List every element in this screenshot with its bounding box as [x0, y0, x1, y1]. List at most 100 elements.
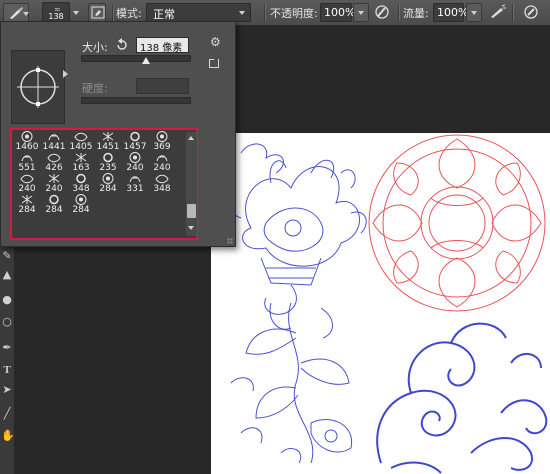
brush-preset-size: 1457: [123, 142, 147, 152]
divider: [264, 4, 265, 21]
hardness-slider-track[interactable]: [81, 97, 191, 104]
airbrush-button[interactable]: [486, 3, 508, 22]
brush-preset-size: 1451: [96, 142, 120, 152]
brush-preset-size: 284: [45, 205, 63, 215]
brush-preset-item[interactable]: 284: [68, 194, 94, 215]
new-preset-icon[interactable]: [209, 57, 219, 68]
pressure-opacity-button[interactable]: [371, 3, 393, 22]
scroll-up-icon[interactable]: [188, 136, 194, 140]
brush-preset-item[interactable]: 331: [122, 173, 148, 194]
size-slider-thumb[interactable]: [142, 57, 150, 64]
brush-preset-item[interactable]: 284: [95, 173, 121, 194]
brush-preset-size: 284: [72, 205, 90, 215]
brush-preset-size: 235: [99, 163, 117, 173]
resize-grip[interactable]: [227, 238, 233, 244]
chevron-down-icon: [471, 11, 477, 15]
blur-tool-icon[interactable]: ●: [1, 294, 13, 306]
brush-preset-item[interactable]: 551: [14, 152, 40, 173]
brush-tip-icon: [75, 194, 87, 205]
reset-size-icon[interactable]: [115, 38, 129, 52]
artwork-brush-strokes: [225, 134, 548, 474]
brush-preset-item[interactable]: 1457: [122, 131, 148, 152]
opacity-label: 不透明度:: [270, 7, 318, 20]
brush-preset-size: 1405: [69, 142, 93, 152]
chevron-down-icon: [23, 12, 29, 16]
mode-label: 模式:: [116, 7, 142, 20]
hand-tool-icon[interactable]: ✋: [1, 430, 15, 442]
brush-preset-item[interactable]: 240: [14, 173, 40, 194]
dodge-tool-icon[interactable]: ○: [1, 316, 13, 328]
brush-preset-size: 1441: [42, 142, 66, 152]
chevron-down-icon: [239, 11, 245, 15]
chevron-down-icon: [358, 11, 364, 15]
brush-preset-size: 240: [45, 184, 63, 194]
brush-preset-list: 1460 1441 1405 1451 1457 369 551 426 163 235 240 24…: [10, 128, 198, 240]
document-canvas[interactable]: [211, 133, 550, 474]
brush-tip-icon: [21, 195, 33, 204]
paint-bucket-tool-icon[interactable]: ▲: [1, 269, 13, 281]
brush-preset-item[interactable]: 348: [68, 173, 94, 194]
size-input[interactable]: 138 像素: [136, 37, 189, 54]
brush-preset-item[interactable]: 348: [149, 173, 175, 194]
brush-preset-item[interactable]: 284: [14, 194, 40, 215]
tool-preset-picker[interactable]: [3, 3, 29, 22]
brush-tip-icon: [20, 174, 34, 184]
brush-preset-size: 348: [72, 184, 90, 194]
brush-tip-icon: [156, 155, 168, 162]
brush-preset-item[interactable]: 1451: [95, 131, 121, 152]
size-slider-track[interactable]: [81, 55, 191, 62]
brush-preset-item[interactable]: 1405: [68, 131, 94, 152]
brush-tip-icon: [129, 152, 141, 163]
brush-preset-item[interactable]: 369: [149, 131, 175, 152]
flow-value: 100%: [437, 6, 469, 19]
blend-mode-select[interactable]: 正常: [146, 3, 251, 22]
toggle-brush-panel-button[interactable]: [88, 3, 106, 22]
flow-label: 流量:: [403, 7, 429, 20]
brush-preset-item[interactable]: 1441: [41, 131, 67, 152]
pressure-size-button[interactable]: [520, 3, 542, 22]
brush-tip-icon: [102, 173, 114, 184]
gear-icon[interactable]: ⚙: [210, 35, 221, 49]
divider: [398, 4, 399, 21]
brush-preset-item[interactable]: 426: [41, 152, 67, 173]
brush-tip-icon: [76, 173, 86, 184]
brush-preset-size: 369: [153, 142, 171, 152]
eraser-tool-icon[interactable]: ✎: [1, 250, 13, 262]
brush-preset-item[interactable]: 1460: [14, 131, 40, 152]
opacity-slider-button[interactable]: [353, 3, 369, 22]
hardness-label: 硬度:: [82, 82, 108, 95]
angle-handle-icon[interactable]: [63, 70, 68, 78]
flow-slider-button[interactable]: [466, 3, 482, 22]
brush-tip-icon: [156, 131, 168, 142]
brush-panel-icon: [91, 6, 105, 19]
path-selection-tool-icon[interactable]: ➤: [1, 384, 13, 396]
brush-preset-item[interactable]: 240: [41, 173, 67, 194]
brush-tip-icon: [103, 152, 113, 163]
type-tool-icon[interactable]: T: [1, 364, 13, 376]
scrollbar-thumb[interactable]: [187, 204, 196, 218]
blend-mode-value: 正常: [153, 8, 175, 21]
brush-preset-picker[interactable]: ≈ 138: [42, 2, 70, 23]
opacity-input[interactable]: 100%: [320, 3, 355, 22]
brush-preset-item[interactable]: 163: [68, 152, 94, 173]
brush-tip-icon: [49, 194, 59, 205]
brush-preset-item[interactable]: 284: [41, 194, 67, 215]
line-tool-icon[interactable]: ╱: [1, 408, 13, 420]
chevron-down-icon: [73, 11, 79, 15]
preset-list-scrollbar[interactable]: [186, 132, 197, 236]
scroll-down-icon[interactable]: [188, 226, 194, 230]
brush-preset-item[interactable]: 240: [122, 152, 148, 173]
brush-preset-size: 348: [153, 184, 171, 194]
brush-angle-preview[interactable]: [11, 50, 65, 124]
brush-preset-size: 240: [153, 163, 171, 173]
brush-preset-size: 240: [126, 163, 144, 173]
flow-input[interactable]: 100%: [433, 3, 468, 22]
brush-preset-item[interactable]: 240: [149, 152, 175, 173]
size-label: 大小:: [82, 41, 108, 54]
pen-tool-icon[interactable]: ✒: [1, 342, 13, 354]
brush-preset-item[interactable]: 235: [95, 152, 121, 173]
brush-preset-size: 1460: [15, 142, 39, 152]
hardness-input[interactable]: [136, 78, 189, 94]
brush-size-readout: 138: [48, 12, 64, 21]
brush-preset-size: 551: [18, 163, 36, 173]
